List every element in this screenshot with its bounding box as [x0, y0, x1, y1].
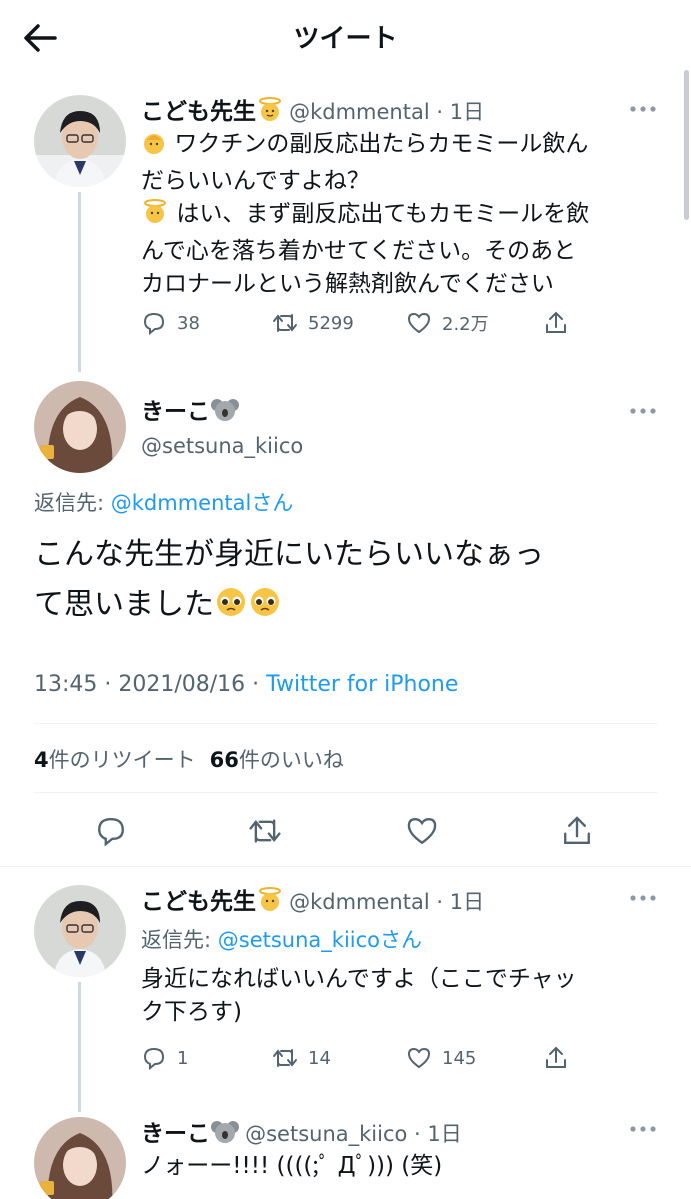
- header-bar: ツイート: [0, 0, 691, 75]
- share-button[interactable]: [543, 310, 569, 336]
- main-meta: 13:45 · 2021/08/16 · Twitter for iPhone: [34, 672, 458, 697]
- thread-line: [78, 982, 81, 1112]
- reply-icon[interactable]: [94, 814, 128, 848]
- like-total[interactable]: 66: [210, 748, 239, 772]
- reply2-name[interactable]: きーこ: [141, 1121, 210, 1147]
- tweet1-name[interactable]: こども先生: [141, 99, 256, 125]
- reply-button[interactable]: 38: [141, 310, 200, 336]
- main-name-row: きーこ: [141, 392, 240, 427]
- avatar-kdmmental[interactable]: [34, 885, 126, 977]
- divider: [34, 723, 658, 724]
- retweet-icon: [273, 1049, 297, 1067]
- reply-icon: [143, 312, 165, 336]
- koala-emoji-icon: [210, 397, 240, 427]
- reply-to-link[interactable]: @kdmmentalさん: [111, 491, 294, 515]
- reply1-context: 返信先: @setsuna_kiicoさん: [141, 924, 422, 954]
- tweet1-line: ワクチンの副反応出たらカモミール飲ん: [174, 131, 589, 157]
- retweet-icon[interactable]: [248, 814, 282, 848]
- retweet-count: 14: [308, 1047, 331, 1069]
- tweet1-line: だらいいんですよね？: [141, 168, 370, 194]
- divider: [34, 792, 658, 793]
- more-options-icon[interactable]: [628, 406, 658, 416]
- reply1-header: こども先生 @kdmmental · 1日: [141, 887, 485, 917]
- retweet-label[interactable]: 件のリツイート: [49, 748, 196, 772]
- reply1-name[interactable]: こども先生: [141, 889, 256, 915]
- reply2-time[interactable]: 1日: [427, 1122, 461, 1146]
- reply2-text: ノォーー!!!! ((((;ﾟ Дﾟ))) (笑): [141, 1153, 443, 1179]
- reply2-header: きーこ @setsuna_kiico · 1日: [141, 1119, 462, 1149]
- retweet-button[interactable]: 14: [272, 1045, 331, 1071]
- source-link[interactable]: Twitter for iPhone: [266, 672, 458, 697]
- more-options-icon[interactable]: [628, 104, 658, 114]
- main-reply-context: 返信先: @kdmmentalさん: [34, 487, 293, 517]
- pleading-face-emoji-icon: [214, 584, 248, 634]
- baby-emoji-icon: [141, 131, 167, 165]
- reply-count: 38: [177, 312, 200, 334]
- heart-icon: [407, 312, 431, 334]
- tweet1-time[interactable]: 1日: [450, 100, 484, 124]
- tweet1-line: はい、まず副反応出てもカモミールを飲: [176, 201, 590, 227]
- reply2-handle[interactable]: @setsuna_kiico: [245, 1122, 407, 1146]
- divider: [0, 866, 691, 867]
- reply-button[interactable]: 1: [141, 1045, 188, 1071]
- reply-prefix: 返信先:: [34, 491, 111, 515]
- main-line: こんな先生が身近にいたらいいなぁっ: [34, 537, 544, 572]
- reply-icon: [143, 1047, 165, 1071]
- avatar-kdmmental[interactable]: [34, 95, 126, 187]
- main-line: て思いました: [34, 587, 214, 622]
- share-icon: [546, 1046, 566, 1068]
- tweet1-line: んで心を落ち着かせてください。そのあと: [141, 238, 577, 264]
- like-button[interactable]: 2.2万: [406, 310, 489, 336]
- reply1-time[interactable]: 1日: [450, 890, 484, 914]
- retweet-count: 5299: [308, 312, 354, 334]
- page-title: ツイート: [293, 24, 398, 54]
- reply1-line: 身近になればいいんですよ（ここでチャッ: [141, 966, 577, 992]
- main-timestamp[interactable]: 13:45 · 2021/08/16 ·: [34, 672, 266, 697]
- tweet1-line: カロナールという解熱剤飲んでください: [141, 271, 554, 297]
- like-button[interactable]: 145: [406, 1045, 476, 1071]
- angel-emoji-icon: [256, 97, 284, 127]
- main-stats: 4件のリツイート 66件のいいね: [34, 744, 344, 774]
- thread-line: [78, 192, 81, 372]
- tweet1-body: ワクチンの副反応出たらカモミール飲ん だらいいんですよね？ はい、まず副反応出て…: [141, 128, 666, 301]
- reply1-line: ク下ろす): [141, 999, 242, 1025]
- share-icon: [546, 311, 566, 333]
- avatar-setsuna-kiico[interactable]: [34, 381, 126, 473]
- reply-count: 1: [177, 1047, 189, 1069]
- reply1-body: 身近になればいいんですよ（ここでチャッ ク下ろす): [141, 963, 666, 1029]
- heart-icon[interactable]: [405, 814, 439, 848]
- more-options-icon[interactable]: [628, 1124, 658, 1134]
- main-body: こんな先生が身近にいたらいいなぁっ て思いました: [34, 530, 674, 634]
- reply1-handle[interactable]: @kdmmental: [289, 890, 430, 914]
- scrollbar[interactable]: [684, 70, 689, 220]
- pleading-face-emoji-icon: [248, 584, 282, 634]
- avatar-setsuna-kiico[interactable]: [34, 1117, 126, 1199]
- heart-icon: [407, 1047, 431, 1069]
- reply-prefix: 返信先:: [141, 928, 218, 952]
- koala-emoji-icon: [210, 1119, 240, 1149]
- angel-emoji-icon: [141, 199, 169, 235]
- tweet1-handle[interactable]: @kdmmental: [289, 100, 430, 124]
- main-handle[interactable]: @setsuna_kiico: [141, 434, 303, 458]
- like-count: 145: [442, 1047, 477, 1069]
- angel-emoji-icon: [256, 887, 284, 917]
- tweet1-header: こども先生 @kdmmental · 1日: [141, 97, 485, 127]
- retweet-icon: [273, 314, 297, 332]
- reply-to-link[interactable]: @setsuna_kiicoさん: [218, 928, 422, 952]
- main-name[interactable]: きーこ: [141, 399, 210, 425]
- retweet-total[interactable]: 4: [34, 748, 49, 772]
- like-count: 2.2万: [442, 314, 489, 335]
- retweet-button[interactable]: 5299: [272, 310, 354, 336]
- like-label[interactable]: 件のいいね: [239, 748, 344, 772]
- share-button[interactable]: [543, 1045, 569, 1071]
- share-icon[interactable]: [560, 814, 594, 848]
- more-options-icon[interactable]: [628, 893, 658, 903]
